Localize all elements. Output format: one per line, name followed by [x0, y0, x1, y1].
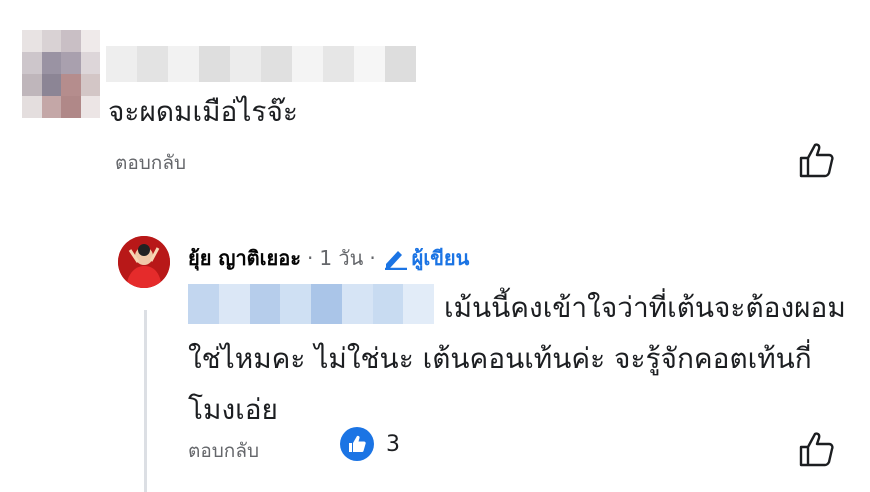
- commenter-avatar-blurred[interactable]: [22, 30, 100, 118]
- comment-text: จะผดมเมือ่ไรจ๊ะ: [108, 95, 298, 128]
- reply-button[interactable]: ตอบกลับ: [188, 436, 259, 466]
- reply-meta: ยุ้ย ญาติเยอะ · 1 วัน · ผู้เขียน: [188, 244, 469, 272]
- commenter-name-blurred[interactable]: [106, 46, 416, 82]
- comment-time[interactable]: 1 วัน: [319, 244, 363, 272]
- author-avatar[interactable]: [118, 236, 170, 288]
- reply-comment-text: เม้นนี้คงเข้าใจว่าที่เต้นจะต้องผอมใช่ไหม…: [188, 282, 848, 435]
- reaction-count: 3: [386, 431, 400, 457]
- author-badge: ผู้เขียน: [411, 246, 470, 270]
- like-outline-icon[interactable]: [798, 430, 834, 468]
- pencil-icon: [382, 246, 408, 270]
- thread-line: [144, 310, 147, 492]
- meta-separator: ·: [306, 246, 314, 270]
- like-outline-icon[interactable]: [798, 141, 834, 179]
- meta-separator: ·: [369, 246, 376, 270]
- thumbs-up-reaction-icon: [340, 427, 374, 461]
- author-name[interactable]: ยุ้ย ญาติเยอะ: [188, 244, 301, 272]
- reply-text-body: เม้นนี้คงเข้าใจว่าที่เต้นจะต้องผอมใช่ไหม…: [188, 291, 846, 426]
- reply-button[interactable]: ตอบกลับ: [115, 148, 186, 178]
- reactions-summary[interactable]: 3: [340, 427, 400, 461]
